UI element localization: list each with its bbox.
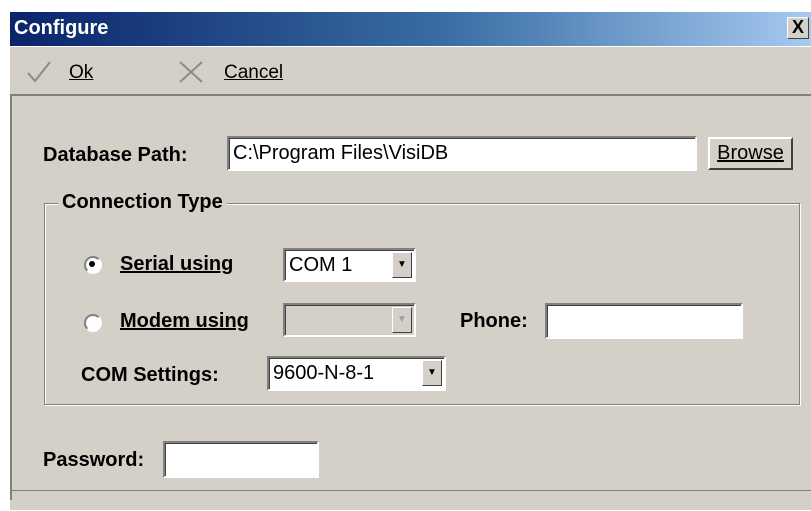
cancel-button[interactable]: Cancel [176, 59, 306, 85]
serial-label: Serial using [120, 253, 234, 275]
serial-port-select[interactable]: COM 1 ▼ [283, 248, 416, 282]
chevron-down-icon[interactable]: ▼ [392, 307, 412, 333]
chevron-down-icon[interactable]: ▼ [422, 360, 442, 386]
browse-button[interactable]: Browse [708, 137, 793, 170]
phone-input[interactable] [545, 303, 743, 339]
browse-label: Browse [717, 142, 784, 164]
modem-radio[interactable] [84, 314, 102, 332]
modem-select[interactable]: ▼ [283, 303, 416, 337]
com-settings-select[interactable]: 9600-N-8-1 ▼ [267, 356, 446, 391]
radio-selected-dot [89, 261, 95, 267]
window-title: Configure [14, 17, 109, 39]
database-path-label: Database Path: [43, 144, 188, 166]
com-settings-label: COM Settings: [81, 364, 219, 386]
dialog-content: Database Path: C:\Program Files\VisiDB B… [10, 96, 811, 500]
phone-label: Phone: [460, 310, 528, 332]
toolbar: Ok Cancel [10, 46, 811, 96]
database-path-input[interactable]: C:\Program Files\VisiDB [227, 136, 697, 171]
x-icon [176, 59, 206, 91]
cancel-label: Cancel [224, 62, 284, 83]
close-icon: X [791, 17, 804, 37]
password-input[interactable] [163, 441, 319, 478]
chevron-down-icon[interactable]: ▼ [392, 252, 412, 278]
title-bar[interactable]: Configure X [10, 12, 811, 46]
status-bar [10, 490, 811, 511]
password-label: Password: [43, 449, 145, 471]
checkmark-icon [24, 59, 54, 91]
ok-label: Ok [69, 62, 94, 83]
serial-port-value: COM 1 [289, 254, 353, 276]
ok-button[interactable]: Ok [24, 59, 119, 85]
serial-radio[interactable] [84, 256, 102, 274]
connection-type-legend: Connection Type [58, 191, 227, 214]
close-button[interactable]: X [787, 17, 809, 39]
configure-dialog: Configure X Ok Cancel Database Path: C:\… [10, 12, 811, 510]
com-settings-value: 9600-N-8-1 [273, 362, 375, 384]
modem-label: Modem using [120, 310, 249, 332]
